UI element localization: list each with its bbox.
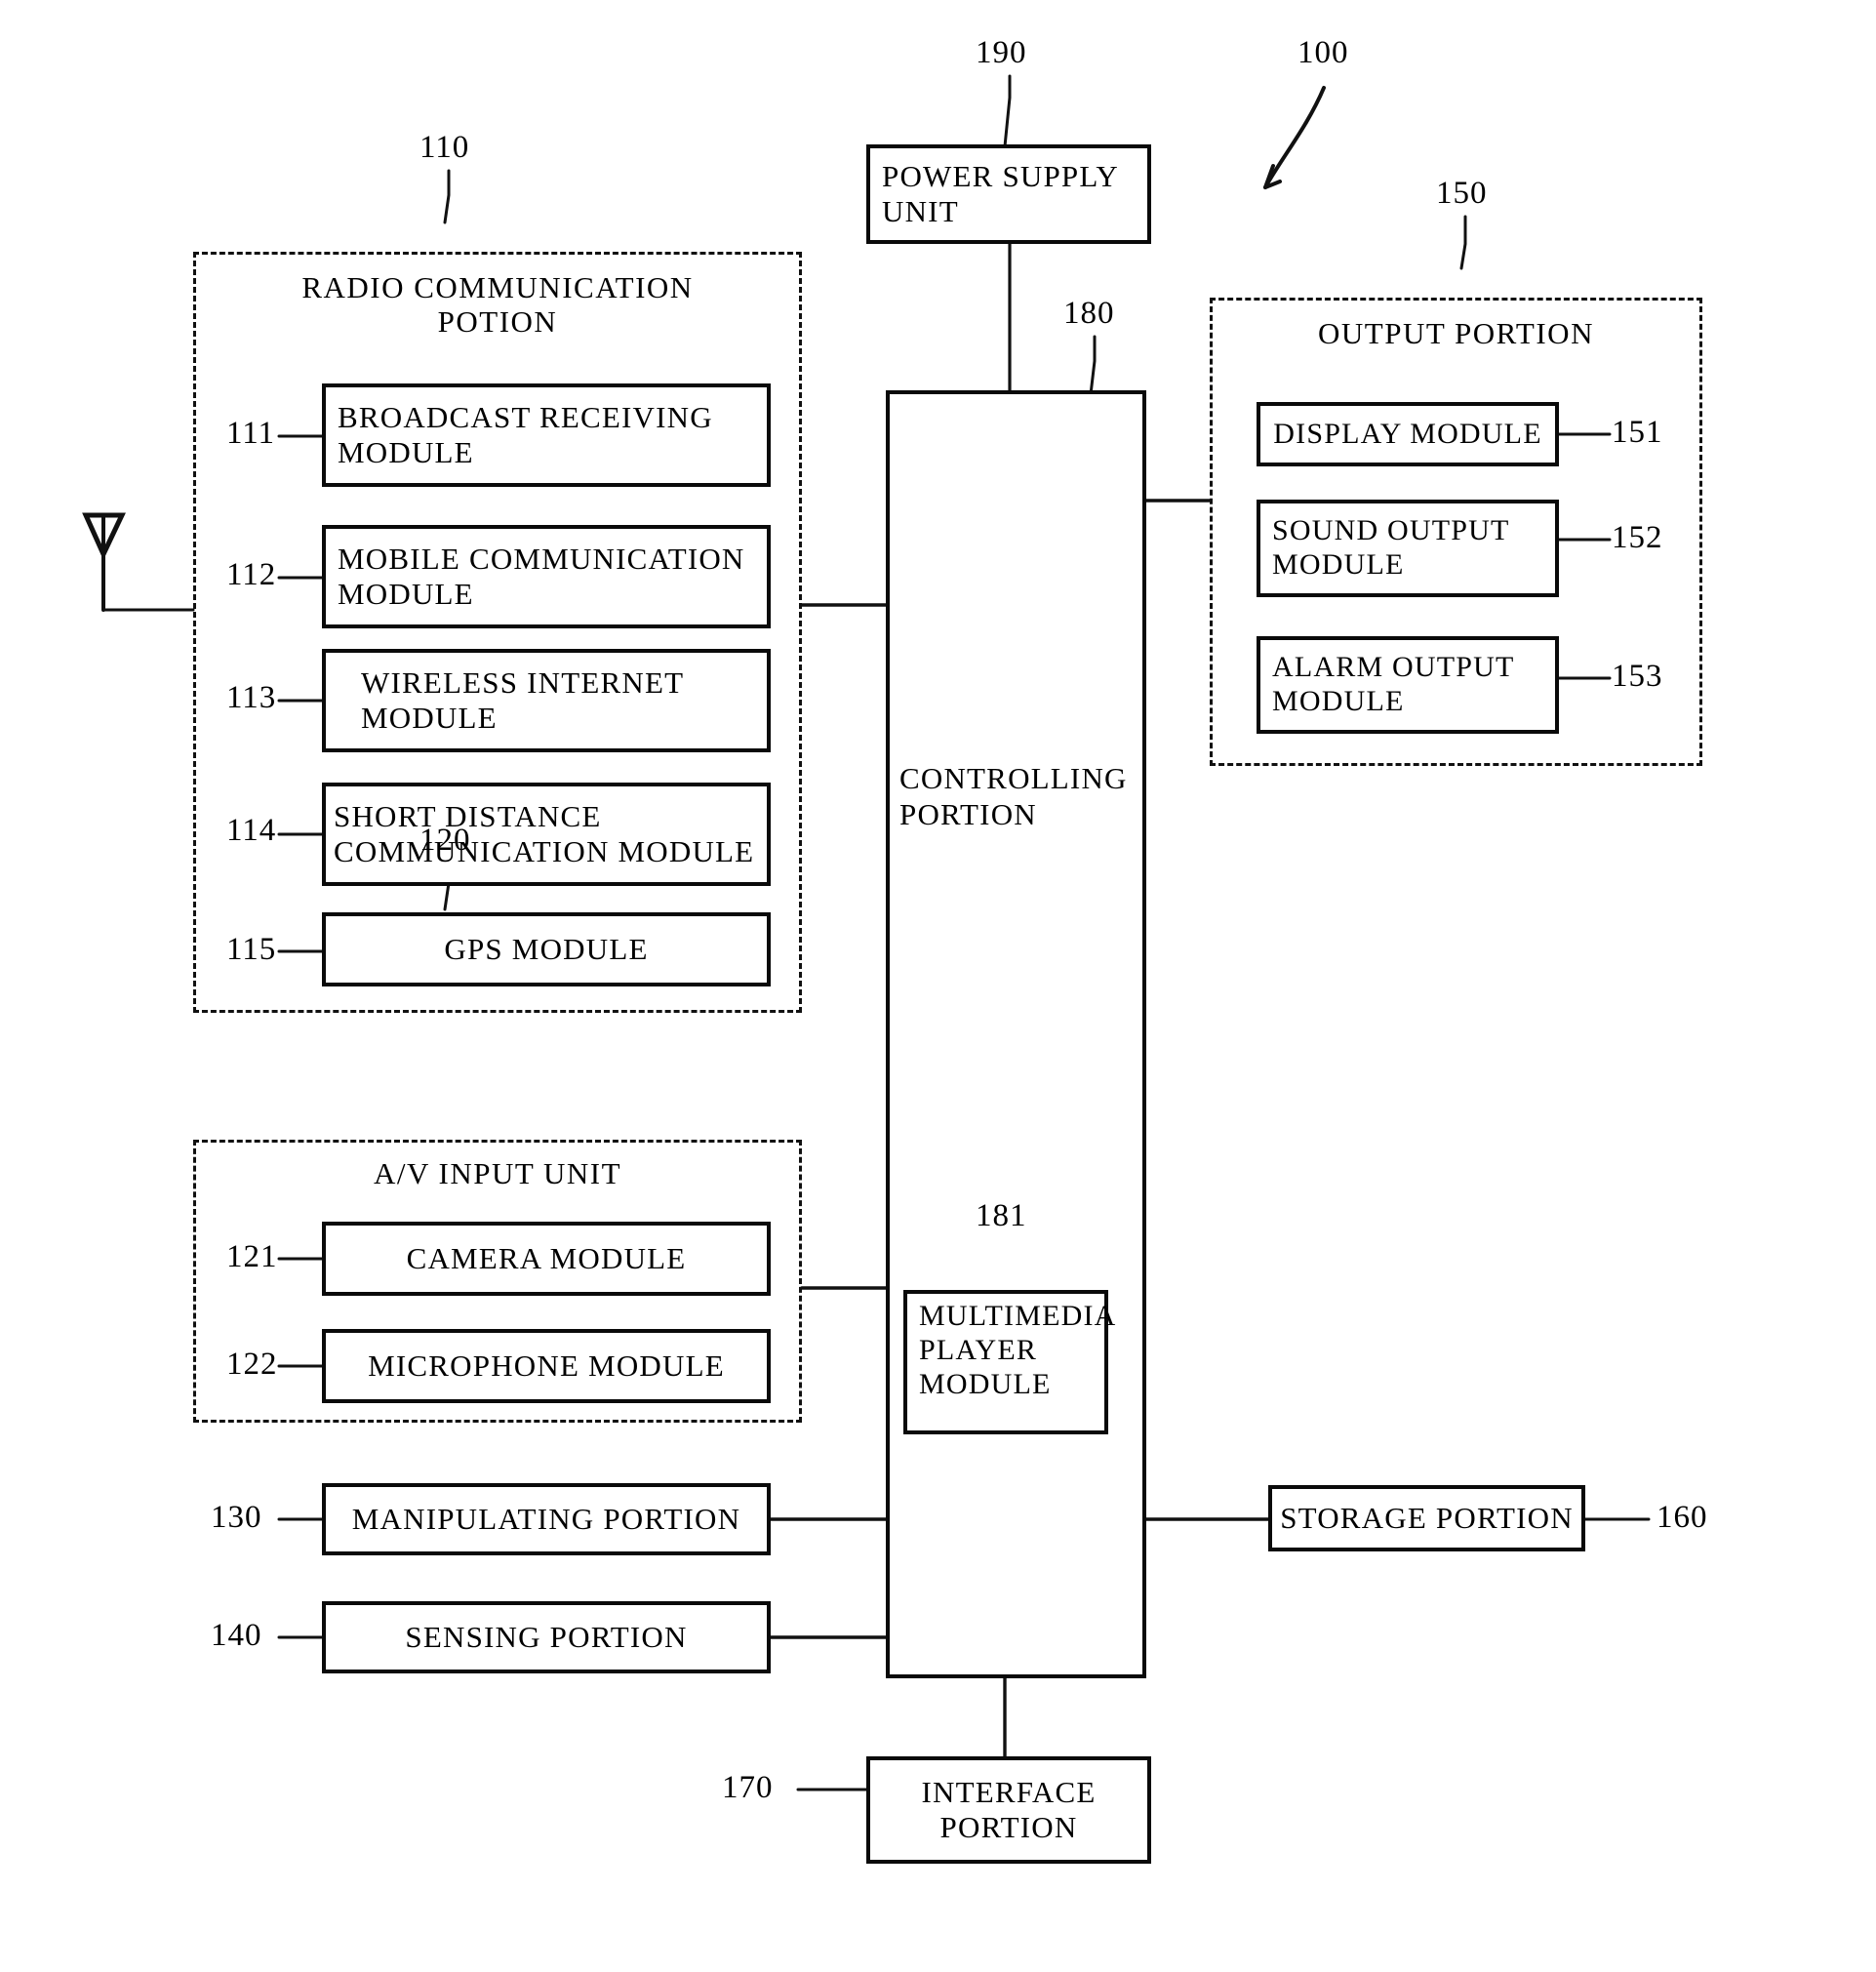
manipulating-portion-label: MANIPULATING PORTION	[351, 1502, 741, 1537]
camera-module-label: CAMERA MODULE	[406, 1241, 687, 1276]
gps-module-box[interactable]: GPS MODULE	[322, 912, 771, 986]
ref-180: 180	[1063, 296, 1115, 331]
interface-portion-label: INTERFACE PORTION	[921, 1775, 1097, 1844]
short-distance-communication-module-box[interactable]: SHORT DISTANCE COMMUNICATION MODULE	[322, 783, 771, 886]
storage-portion-label: STORAGE PORTION	[1280, 1501, 1574, 1536]
camera-module-box[interactable]: CAMERA MODULE	[322, 1222, 771, 1296]
ref-160: 160	[1656, 1500, 1708, 1535]
ref-122: 122	[226, 1347, 278, 1382]
mobile-communication-module-label: MOBILE COMMUNICATION MODULE	[338, 542, 745, 611]
ref-114: 114	[226, 813, 277, 848]
sensing-portion-box[interactable]: SENSING PORTION	[322, 1601, 771, 1673]
alarm-output-module-label: ALARM OUTPUT MODULE	[1272, 651, 1515, 717]
wireless-internet-module-box[interactable]: WIRELESS INTERNET MODULE	[322, 649, 771, 752]
ref-181: 181	[976, 1198, 1027, 1233]
short-distance-communication-module-label: SHORT DISTANCE COMMUNICATION MODULE	[334, 799, 755, 868]
ref-151: 151	[1612, 415, 1663, 450]
ref-115: 115	[226, 932, 277, 967]
ref-170: 170	[722, 1770, 774, 1805]
display-module-box[interactable]: DISPLAY MODULE	[1257, 402, 1559, 466]
alarm-output-module-box[interactable]: ALARM OUTPUT MODULE	[1257, 636, 1559, 734]
av-input-unit-group-title: A/V INPUT UNIT	[373, 1156, 622, 1190]
gps-module-label: GPS MODULE	[444, 932, 649, 967]
radio-communication-group	[193, 252, 802, 1013]
power-supply-unit-label: POWER SUPPLY UNIT	[882, 159, 1119, 228]
wireless-internet-module-label: WIRELESS INTERNET MODULE	[361, 665, 685, 735]
patent-figure-sheet: 190 POWER SUPPLY UNIT 100 180 CONTROLLIN…	[0, 0, 1876, 1972]
ref-113: 113	[226, 680, 277, 715]
sound-output-module-label: SOUND OUTPUT MODULE	[1272, 514, 1510, 581]
microphone-module-box[interactable]: MICROPHONE MODULE	[322, 1329, 771, 1403]
manipulating-portion-box[interactable]: MANIPULATING PORTION	[322, 1483, 771, 1555]
multimedia-player-module-label: MULTIMEDIA PLAYER MODULE	[919, 1300, 1117, 1400]
ref-121: 121	[226, 1239, 278, 1274]
ref-110: 110	[419, 130, 470, 165]
power-supply-unit-box[interactable]: POWER SUPPLY UNIT	[866, 144, 1151, 244]
mobile-communication-module-box[interactable]: MOBILE COMMUNICATION MODULE	[322, 525, 771, 628]
ref-152: 152	[1612, 520, 1663, 555]
broadcast-receiving-module-label: BROADCAST RECEIVING MODULE	[338, 400, 713, 469]
display-module-label: DISPLAY MODULE	[1273, 417, 1542, 450]
controlling-portion-label: CONTROLLING PORTION	[899, 761, 1128, 831]
antenna-icon	[82, 507, 129, 615]
controlling-portion-box[interactable]	[886, 390, 1146, 1678]
ref-140: 140	[211, 1618, 262, 1653]
ref-150: 150	[1436, 176, 1488, 211]
microphone-module-label: MICROPHONE MODULE	[368, 1348, 725, 1384]
sensing-portion-label: SENSING PORTION	[405, 1620, 688, 1655]
ref-112: 112	[226, 557, 277, 592]
interface-portion-box[interactable]: INTERFACE PORTION	[866, 1756, 1151, 1864]
ref-100: 100	[1297, 35, 1349, 70]
ref-111: 111	[226, 416, 276, 451]
ref-130: 130	[211, 1500, 262, 1535]
radio-communication-group-title: RADIO COMMUNICATION POTION	[301, 270, 694, 339]
sound-output-module-box[interactable]: SOUND OUTPUT MODULE	[1257, 500, 1559, 597]
ref-153: 153	[1612, 659, 1663, 694]
storage-portion-box[interactable]: STORAGE PORTION	[1268, 1485, 1585, 1551]
ref-120: 120	[419, 823, 471, 858]
broadcast-receiving-module-box[interactable]: BROADCAST RECEIVING MODULE	[322, 383, 771, 487]
controlling-portion-label-wrap: CONTROLLING PORTION	[886, 761, 1146, 832]
multimedia-player-module-box[interactable]: MULTIMEDIA PLAYER MODULE	[903, 1290, 1115, 1434]
output-portion-group-title: OUTPUT PORTION	[1318, 316, 1594, 350]
ref-190: 190	[976, 35, 1027, 70]
